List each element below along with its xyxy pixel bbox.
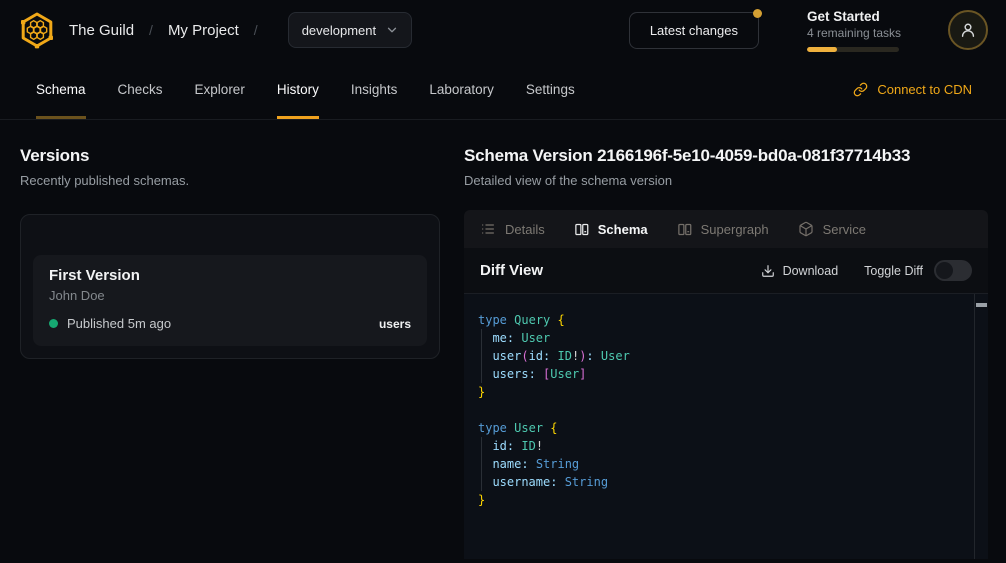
version-author: John Doe	[49, 288, 411, 303]
code-line: type Query {	[478, 311, 974, 329]
code-line: id: ID!	[478, 437, 974, 455]
user-avatar[interactable]	[948, 10, 988, 50]
toggle-diff-label: Toggle Diff	[864, 264, 923, 278]
tab-details[interactable]: Details	[480, 221, 545, 237]
tab-label: Explorer	[195, 82, 245, 97]
hive-logo-icon[interactable]	[18, 11, 56, 49]
tab-label: Checks	[118, 82, 163, 97]
code-line: type User {	[478, 419, 974, 437]
code-line: me: User	[478, 329, 974, 347]
notification-dot	[753, 9, 762, 18]
get-started-progressbar	[807, 47, 899, 52]
tab-settings[interactable]: Settings	[526, 60, 575, 119]
target-selector[interactable]: development	[288, 12, 412, 48]
versions-title: Versions	[20, 146, 440, 166]
code-line: user(id: ID!): User	[478, 347, 974, 365]
tab-supergraph[interactable]: Supergraph	[677, 222, 769, 237]
download-label: Download	[783, 264, 839, 278]
get-started-widget[interactable]: Get Started 4 remaining tasks	[807, 9, 899, 52]
scrollbar-thumb[interactable]	[976, 303, 987, 307]
connect-to-cdn-button[interactable]: Connect to CDN	[853, 82, 972, 97]
versions-list-card: First Version John Doe Published 5m ago …	[20, 214, 440, 359]
app-header: The Guild / My Project / development Lat…	[0, 0, 1006, 60]
download-button[interactable]: Download	[761, 264, 839, 278]
chevron-down-icon	[385, 23, 399, 37]
columns-icon	[677, 222, 692, 237]
breadcrumb-project[interactable]: My Project	[168, 22, 239, 39]
tab-label: Schema	[598, 222, 648, 237]
cube-icon	[798, 221, 814, 237]
published-status-icon	[49, 319, 58, 328]
tab-insights[interactable]: Insights	[351, 60, 398, 119]
service-badge: users	[379, 317, 411, 331]
main-nav: Schema Checks Explorer History Insights …	[0, 60, 1006, 120]
columns-icon	[574, 222, 589, 237]
code-content: type Query {me: Useruser(id: ID!): Useru…	[464, 294, 974, 559]
connect-to-cdn-label: Connect to CDN	[877, 82, 972, 97]
breadcrumb-separator: /	[254, 22, 258, 38]
tab-laboratory[interactable]: Laboratory	[429, 60, 494, 119]
schema-code-viewer[interactable]: type Query {me: Useruser(id: ID!): Useru…	[464, 294, 988, 559]
get-started-title: Get Started	[807, 9, 899, 24]
tab-schema[interactable]: Schema	[36, 60, 86, 119]
tab-checks[interactable]: Checks	[118, 60, 163, 119]
latest-changes-button[interactable]: Latest changes	[629, 12, 759, 49]
page-title: Schema Version 2166196f-5e10-4059-bd0a-0…	[464, 146, 988, 166]
tab-schema-view[interactable]: Schema	[574, 222, 648, 237]
detail-tabstrip: Details Schema Supergraph	[464, 210, 988, 248]
main-content: Versions Recently published schemas. Fir…	[0, 120, 1006, 559]
tab-history[interactable]: History	[277, 60, 319, 119]
code-line: username: String	[478, 473, 974, 491]
toggle-diff-switch[interactable]	[934, 260, 972, 281]
tab-service[interactable]: Service	[798, 221, 866, 237]
schema-version-panel: Schema Version 2166196f-5e10-4059-bd0a-0…	[464, 120, 1006, 559]
tab-label: Settings	[526, 82, 575, 97]
page-subtitle: Detailed view of the schema version	[464, 173, 988, 188]
tab-label: Insights	[351, 82, 398, 97]
code-line	[478, 401, 974, 419]
download-icon	[761, 264, 775, 278]
code-line: }	[478, 383, 974, 401]
tab-label: Supergraph	[701, 222, 769, 237]
latest-changes-label: Latest changes	[650, 23, 738, 38]
tab-explorer[interactable]: Explorer	[195, 60, 245, 119]
code-scrollbar[interactable]	[974, 294, 988, 559]
tab-label: History	[277, 82, 319, 97]
target-selector-value: development	[302, 23, 376, 38]
diff-toolbar: Diff View Download Toggle Diff	[464, 248, 988, 294]
code-line: users: [User]	[478, 365, 974, 383]
switch-knob	[936, 262, 953, 279]
version-name: First Version	[49, 267, 411, 284]
list-icon	[480, 221, 496, 237]
version-list-item[interactable]: First Version John Doe Published 5m ago …	[33, 255, 427, 346]
progress-fill	[807, 47, 837, 52]
user-icon	[958, 20, 978, 40]
breadcrumb-org[interactable]: The Guild	[69, 22, 134, 39]
code-line: name: String	[478, 455, 974, 473]
link-icon	[853, 82, 868, 97]
diff-view-title: Diff View	[480, 262, 543, 279]
get-started-subtitle: 4 remaining tasks	[807, 26, 899, 40]
version-status: Published 5m ago	[67, 316, 171, 331]
versions-panel: Versions Recently published schemas. Fir…	[0, 120, 464, 559]
breadcrumb-separator: /	[149, 22, 153, 38]
tab-label: Details	[505, 222, 545, 237]
tab-label: Service	[823, 222, 866, 237]
tab-label: Schema	[36, 82, 86, 97]
code-line: }	[478, 491, 974, 509]
tab-label: Laboratory	[429, 82, 494, 97]
versions-subtitle: Recently published schemas.	[20, 173, 440, 188]
